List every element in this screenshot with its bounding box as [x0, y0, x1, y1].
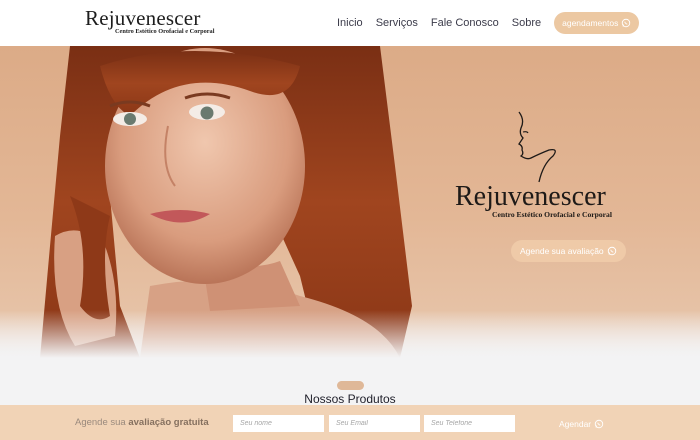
- logo[interactable]: Rejuvenescer Centro Estético Orofacial e…: [85, 7, 215, 35]
- whatsapp-icon: [594, 419, 604, 429]
- whatsapp-icon: [622, 18, 631, 28]
- logo-title: Rejuvenescer: [85, 6, 201, 30]
- nav-sobre[interactable]: Sobre: [512, 17, 541, 29]
- booking-text: Agende sua avaliação gratuita: [75, 417, 209, 428]
- hero-fade: [0, 310, 700, 358]
- name-input[interactable]: [233, 415, 324, 432]
- products-title: Nossos Produtos: [304, 392, 396, 406]
- agendar-button[interactable]: Agendar: [552, 414, 611, 434]
- booking-text-prefix: Agende sua: [75, 417, 126, 428]
- agendar-label: Agendar: [559, 419, 592, 429]
- nav-servicos[interactable]: Serviços: [376, 17, 418, 29]
- whatsapp-icon: [607, 246, 616, 256]
- email-input[interactable]: [329, 415, 420, 432]
- main-nav: Inicio Serviços Fale Conosco Sobre agend…: [337, 12, 640, 34]
- logo-subtitle: Centro Estético Orofacial e Corporal: [115, 28, 215, 35]
- agendamentos-button[interactable]: agendamentos: [554, 12, 640, 34]
- section-divider: [337, 381, 364, 390]
- booking-text-bold: avaliação gratuita: [128, 417, 209, 428]
- agende-avaliacao-label: Agende sua avaliação: [520, 246, 604, 256]
- agende-avaliacao-button[interactable]: Agende sua avaliação: [511, 240, 626, 262]
- face-line-art-icon: [518, 111, 556, 183]
- nav-fale-conosco[interactable]: Fale Conosco: [431, 17, 499, 29]
- agendamentos-label: agendamentos: [562, 18, 619, 28]
- site-header: Rejuvenescer Centro Estético Orofacial e…: [0, 0, 700, 46]
- phone-input[interactable]: [424, 415, 515, 432]
- hero-logo-title: Rejuvenescer: [455, 181, 606, 212]
- nav-inicio[interactable]: Inicio: [337, 17, 363, 29]
- hero-banner: Rejuvenescer Centro Estético Orofacial e…: [0, 46, 700, 358]
- booking-bar: Agende sua avaliação gratuita Agendar: [0, 405, 700, 440]
- hero-logo-subtitle: Centro Estético Orofacial e Corporal: [492, 210, 612, 219]
